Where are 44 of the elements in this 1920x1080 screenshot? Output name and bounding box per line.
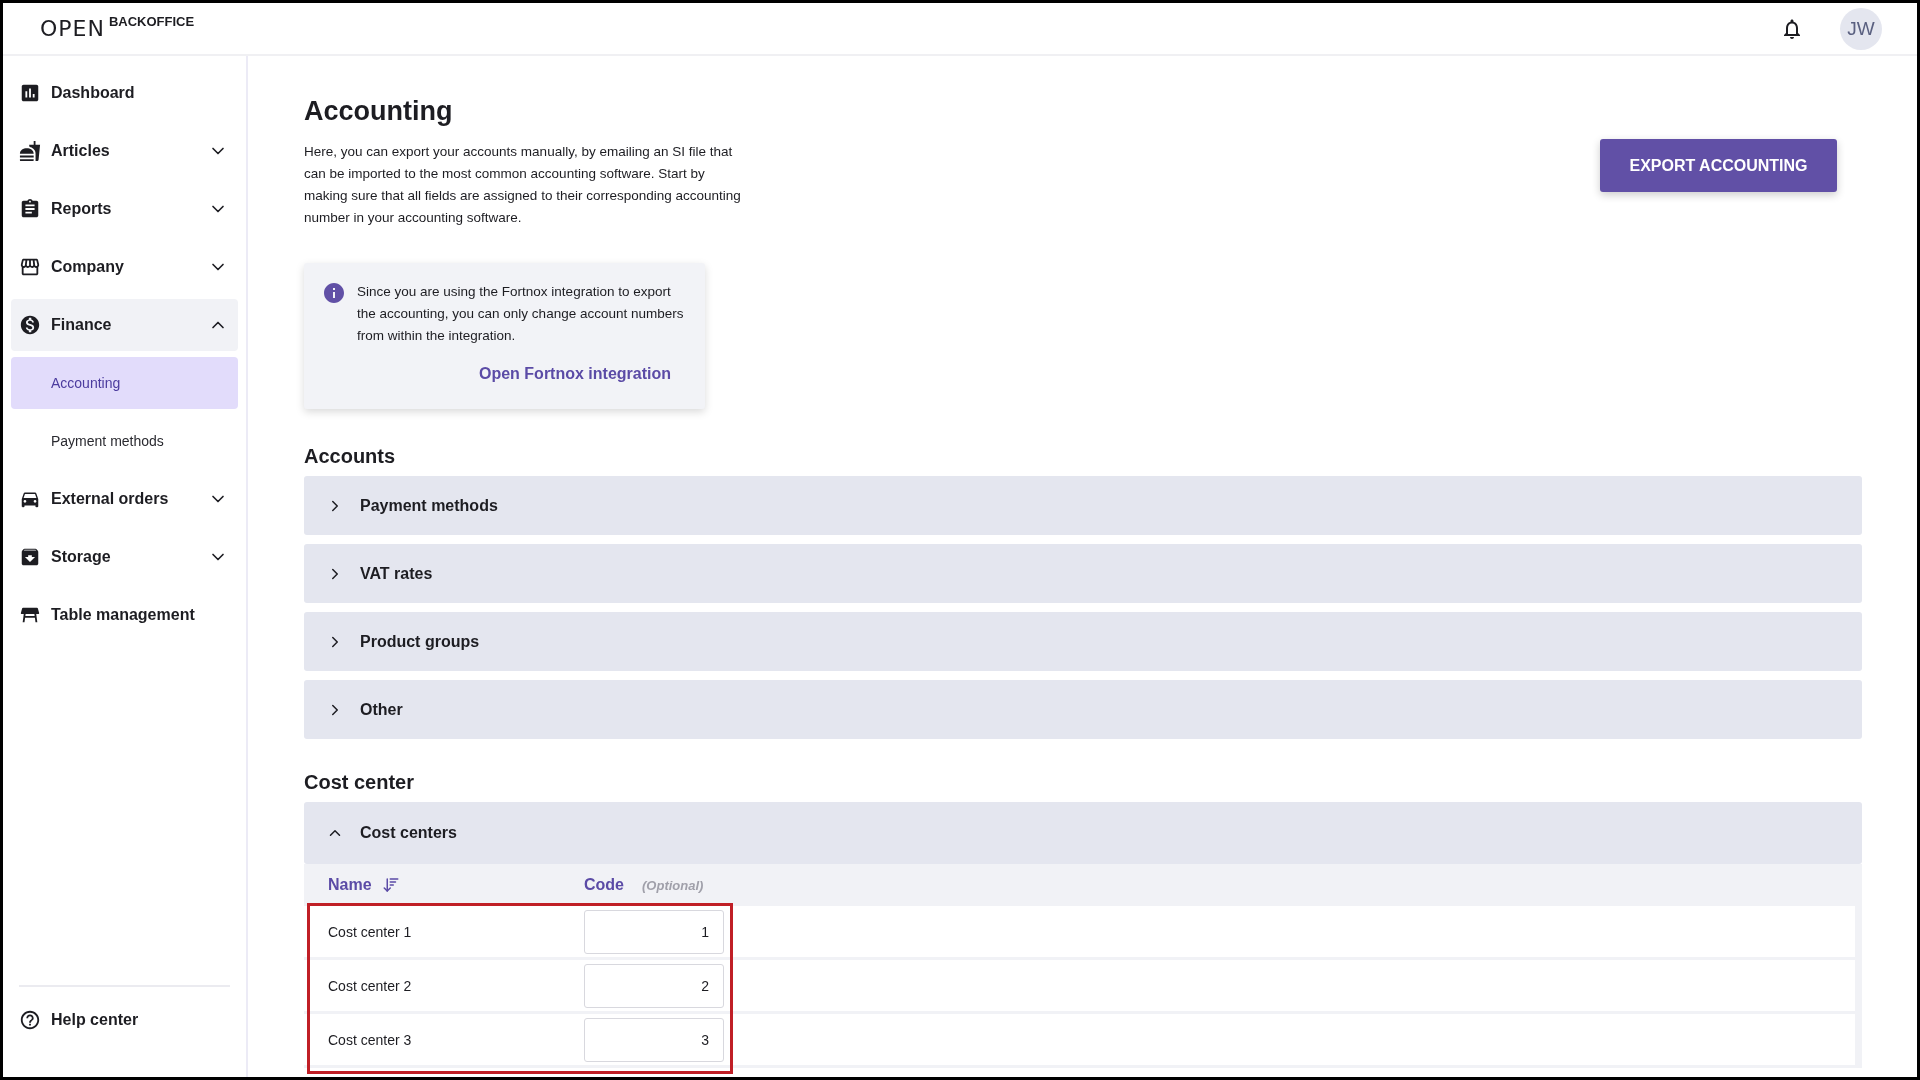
table-cell-text: Cost center 1	[328, 923, 413, 940]
brand-name: BACKOFFICE	[108, 14, 195, 29]
user-avatar[interactable]: JW	[1840, 7, 1882, 50]
logo: OPEN	[40, 16, 105, 41]
info-icon	[322, 281, 346, 305]
page-title: Accounting	[304, 96, 454, 127]
section-title: Accounts	[304, 445, 397, 468]
sidebar-subitem[interactable]: Payment methods	[11, 415, 238, 467]
sidebar-item[interactable]: External orders	[11, 473, 238, 525]
table-cell-text: Cost center 3	[328, 1031, 413, 1048]
accordion-header[interactable]: VAT rates	[304, 544, 1862, 603]
accordion-header[interactable]: Payment methods	[304, 476, 1862, 535]
clipboard-icon	[19, 198, 41, 220]
sidebar-item[interactable]: Reports	[11, 183, 238, 235]
page-description: Here, you can export your accounts manually, by emailing an SI file that can be imported to the most common accounting software. Start by making sure that all fields are assigned to their corresponding accounting number in your accounting software.	[304, 143, 742, 227]
chart-icon	[19, 82, 41, 104]
info-text: Since you are using the Fortnox integration to export the accounting, you can only change account numbers from within the integration.	[357, 283, 685, 345]
sidebar-item[interactable]: Dashboard	[11, 67, 238, 119]
sidebar-item[interactable]: Company	[11, 241, 238, 293]
sidebar-item[interactable]: Storage	[11, 531, 238, 583]
accordion-header[interactable]: Product groups	[304, 612, 1862, 671]
column-header[interactable]: Name	[328, 876, 584, 894]
integration-link[interactable]: Open Fortnox integration	[479, 365, 671, 383]
section-title: Cost center	[304, 771, 416, 794]
sort-icon[interactable]	[381, 876, 400, 894]
column-header[interactable]: Code (Optional)	[584, 876, 840, 894]
column-hint: (Optional)	[642, 877, 704, 893]
sidebar-item[interactable]: Finance	[11, 299, 238, 351]
help-center-link[interactable]: Help center	[19, 1009, 230, 1031]
export-button[interactable]: EXPORT ACCOUNTING	[1600, 139, 1837, 192]
dollar-icon	[19, 314, 41, 336]
code-input[interactable]: 3	[584, 1017, 724, 1062]
sidebar-item[interactable]: Articles	[11, 125, 238, 177]
sidebar-subitem[interactable]: Accounting	[11, 357, 238, 409]
food-icon	[19, 140, 41, 162]
help-icon	[19, 1009, 41, 1031]
code-input[interactable]: 1	[584, 909, 724, 954]
accordion-header[interactable]: Cost centers	[304, 802, 1862, 864]
code-input[interactable]: 2	[584, 963, 724, 1008]
archive-icon	[19, 546, 41, 568]
table-cell-text: Cost center 2	[328, 977, 413, 994]
sidebar-item[interactable]: Table management	[11, 589, 238, 641]
accordion-header[interactable]: Other	[304, 680, 1862, 739]
store-icon	[19, 256, 41, 278]
